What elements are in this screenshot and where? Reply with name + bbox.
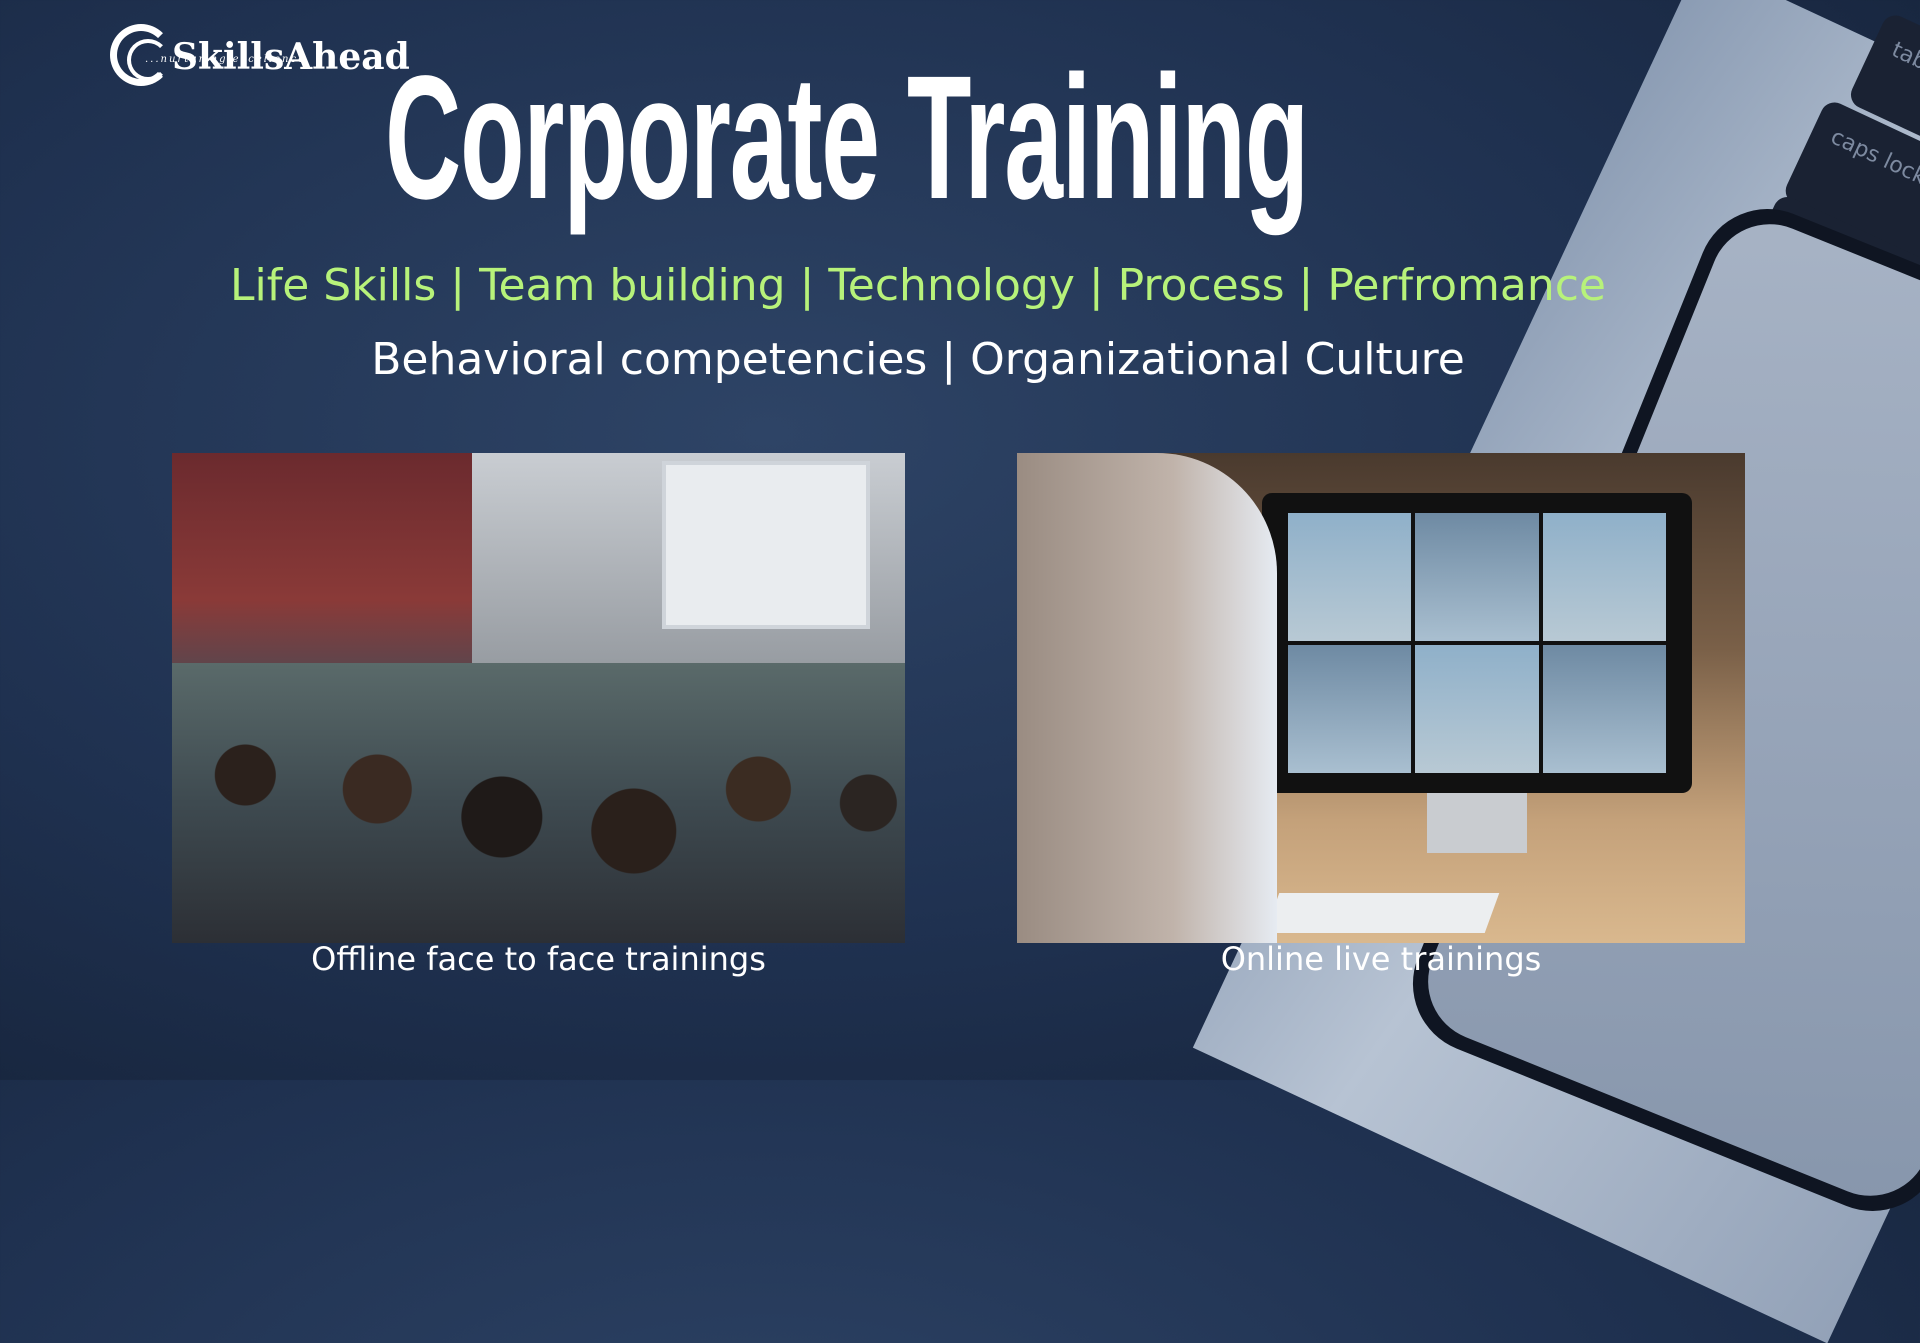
monitor-stand [1427, 793, 1527, 853]
page-title: Corporate Training [385, 40, 1309, 236]
online-training-photo [1017, 453, 1745, 943]
online-caption: Online live trainings [1220, 940, 1542, 978]
monitor-video-call [1262, 493, 1692, 793]
video-tile [1415, 513, 1539, 641]
video-tile [1288, 645, 1412, 773]
viewer [1017, 453, 1277, 943]
key-label: caps lock [1826, 124, 1920, 191]
topics-line-primary: Life Skills | Team building | Technology… [229, 260, 1606, 311]
projector-screen [662, 461, 870, 629]
video-tile [1542, 645, 1666, 773]
keyboard [1264, 893, 1500, 933]
brand-tagline: ...nurturing excellence [145, 54, 307, 65]
offline-caption: Offline face to face trainings [311, 940, 766, 978]
key-label: tab [1887, 37, 1920, 76]
video-tile [1542, 513, 1666, 641]
video-tile [1288, 513, 1412, 641]
audience [172, 663, 905, 943]
offline-training-photo [172, 453, 905, 943]
video-tile [1415, 645, 1539, 773]
topics-line-secondary: Behavioral competencies | Organizational… [371, 334, 1465, 385]
